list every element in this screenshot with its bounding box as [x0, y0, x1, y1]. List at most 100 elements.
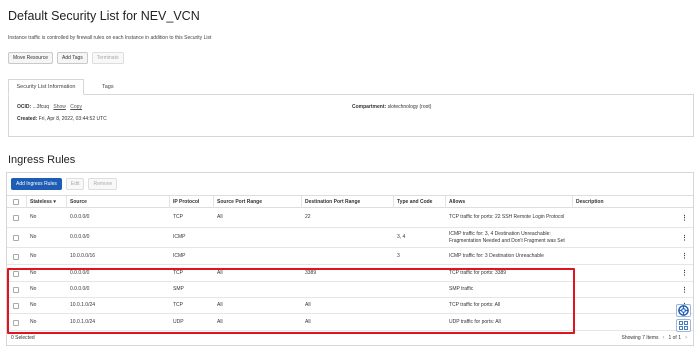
cell-dest-port: 3389 [305, 269, 317, 276]
cell-allows: ICMP traffic for: 3, 4 Destination Unrea… [449, 230, 565, 244]
table-row[interactable]: No 10.0.1.0/24 TCP All All TCP traffic for po… [7, 298, 693, 314]
ingress-rules-table: Add Ingress Rules Edit Remove Stateless … [6, 172, 694, 346]
showing-count: Showing 7 Items [621, 335, 659, 341]
cell-stateless: No [30, 234, 37, 240]
page-description: Instance traffic is controlled by firewa… [8, 35, 212, 41]
cell-source: 0.0.0.0/0 [70, 234, 90, 240]
header-ip-protocol: IP Protocol [170, 196, 214, 208]
header-stateless[interactable]: Stateless ▾ [27, 196, 67, 208]
row-actions-kebab-icon[interactable]: ⋮ [681, 286, 688, 294]
cell-source: 0.0.0.0/0 [70, 286, 90, 292]
cell-source: 10.0.0.0/16 [70, 252, 96, 259]
table-footer: 0 Selected Showing 7 Items ‹ 1 of 1 › [7, 332, 693, 345]
cell-stateless: No [30, 214, 37, 220]
cell-dest-port: 22 [305, 214, 311, 220]
row-checkbox[interactable] [13, 235, 19, 241]
table-header: Stateless ▾ Source IP Protocol Source Po… [7, 195, 693, 208]
header-description: Description [576, 199, 604, 205]
cell-ip-protocol: TCP [173, 214, 183, 220]
cell-source-port [214, 248, 302, 264]
header-select-cell [7, 196, 27, 208]
cell-dest-port [302, 248, 394, 264]
cell-type-code [394, 265, 446, 281]
row-actions-kebab-icon[interactable]: ⋮ [681, 269, 688, 277]
select-all-checkbox[interactable] [13, 199, 19, 205]
cell-allows: TCP traffic for ports: 3389 [449, 269, 507, 276]
table-row[interactable]: No 0.0.0.0/0 TCP All 22 TCP traffic for ports… [7, 208, 693, 228]
move-resource-button[interactable]: Move Resource [8, 52, 54, 64]
cell-source-port: All [217, 214, 223, 220]
table-row[interactable]: No 10.0.0.0/16 ICMP 3 ICMP traffic for: 3 De… [7, 248, 693, 265]
cell-allows: TCP traffic for ports: 22 SSH Remote Log… [449, 214, 565, 220]
row-actions-kebab-icon[interactable]: ⋮ [681, 234, 688, 242]
created-value: Fri, Apr 8, 2022, 03:44:52 UTC [38, 116, 107, 122]
table-row[interactable]: No 0.0.0.0/0 ICMP 3, 4 ICMP traffic for: 3, … [7, 228, 693, 248]
cell-source-port: All [217, 302, 223, 308]
cell-allows: TCP traffic for ports: All [449, 302, 501, 308]
cell-stateless: No [30, 269, 37, 276]
cell-ip-protocol: UDP [173, 318, 184, 325]
table-row[interactable]: No 10.0.1.0/24 UDP All All UDP traffic for po… [7, 314, 693, 331]
cell-source-port [214, 228, 302, 247]
created-label: Created: [17, 116, 38, 122]
cell-source: 10.0.1.0/24 [70, 302, 96, 308]
cell-dest-port [302, 228, 394, 247]
compartment-label: Compartment: [352, 104, 387, 110]
ocid-row: OCID: ...3fcuq Show Copy [17, 104, 82, 110]
cell-ip-protocol: ICMP [173, 234, 186, 240]
row-checkbox[interactable] [13, 320, 19, 326]
header-source: Source [67, 196, 170, 208]
ocid-label: OCID: [17, 104, 32, 110]
cell-ip-protocol: TCP [173, 269, 183, 276]
terminate-button[interactable]: Terminate [91, 52, 124, 64]
cell-source-port: All [217, 269, 223, 276]
next-page-icon[interactable]: › [685, 335, 687, 341]
page-indicator: 1 of 1 [668, 335, 681, 341]
cell-type-code: 3 [397, 252, 400, 259]
table-row[interactable]: No 0.0.0.0/0 TCP All 3389 TCP traffic for por… [7, 265, 693, 282]
row-actions-kebab-icon[interactable]: ⋮ [681, 214, 688, 222]
tab-bar: Security List Information Tags [8, 79, 694, 95]
cell-dest-port [302, 282, 394, 297]
cell-type-code: 3, 4 [397, 234, 406, 240]
help-lifebuoy-icon[interactable] [676, 304, 691, 317]
selected-count: 0 Selected [11, 335, 35, 341]
header-allows: Allows [446, 196, 573, 208]
cell-type-code [394, 314, 446, 330]
ocid-value: ...3fcuq [32, 104, 49, 110]
cell-source: 0.0.0.0/0 [70, 269, 90, 276]
row-actions-kebab-icon[interactable]: ⋮ [681, 252, 688, 260]
sort-arrow-icon: ▾ [53, 199, 56, 205]
cell-source: 10.0.1.0/24 [70, 318, 96, 325]
row-checkbox[interactable] [13, 303, 19, 309]
cell-stateless: No [30, 252, 37, 259]
header-dest-port: Destination Port Range [302, 196, 394, 208]
edit-button[interactable]: Edit [65, 178, 85, 190]
cell-dest-port: All [305, 302, 311, 308]
cell-ip-protocol: SMP [173, 286, 184, 292]
info-panel: OCID: ...3fcuq Show Copy Created: Fri, A… [8, 95, 694, 137]
ocid-show-link[interactable]: Show [53, 104, 66, 110]
add-tags-button[interactable]: Add Tags [57, 52, 88, 64]
table-row[interactable]: No 0.0.0.0/0 SMP SMP traffic ⋮ [7, 282, 693, 298]
cell-source: 0.0.0.0/0 [70, 214, 90, 220]
ocid-copy-link[interactable]: Copy [70, 104, 82, 110]
cell-type-code [394, 208, 446, 227]
prev-page-icon[interactable]: ‹ [662, 335, 664, 341]
grid-icon[interactable] [676, 319, 691, 332]
header-type-code: Type and Code [394, 196, 446, 208]
row-checkbox[interactable] [13, 287, 19, 293]
tab-tags[interactable]: Tags [96, 79, 120, 95]
row-checkbox[interactable] [13, 271, 19, 277]
row-checkbox[interactable] [13, 254, 19, 260]
cell-dest-port: All [305, 318, 311, 325]
cell-type-code [394, 282, 446, 297]
cell-ip-protocol: TCP [173, 302, 183, 308]
compartment-value: slotechnology (root) [387, 104, 432, 110]
cell-allows: ICMP traffic for: 3 Destination Unreacha… [449, 252, 544, 259]
row-checkbox[interactable] [13, 215, 19, 221]
add-ingress-rules-button[interactable]: Add Ingress Rules [11, 178, 62, 190]
cell-allows: SMP traffic [449, 286, 474, 292]
remove-button[interactable]: Remove [88, 178, 118, 190]
tab-security-list-information[interactable]: Security List Information [8, 79, 84, 95]
